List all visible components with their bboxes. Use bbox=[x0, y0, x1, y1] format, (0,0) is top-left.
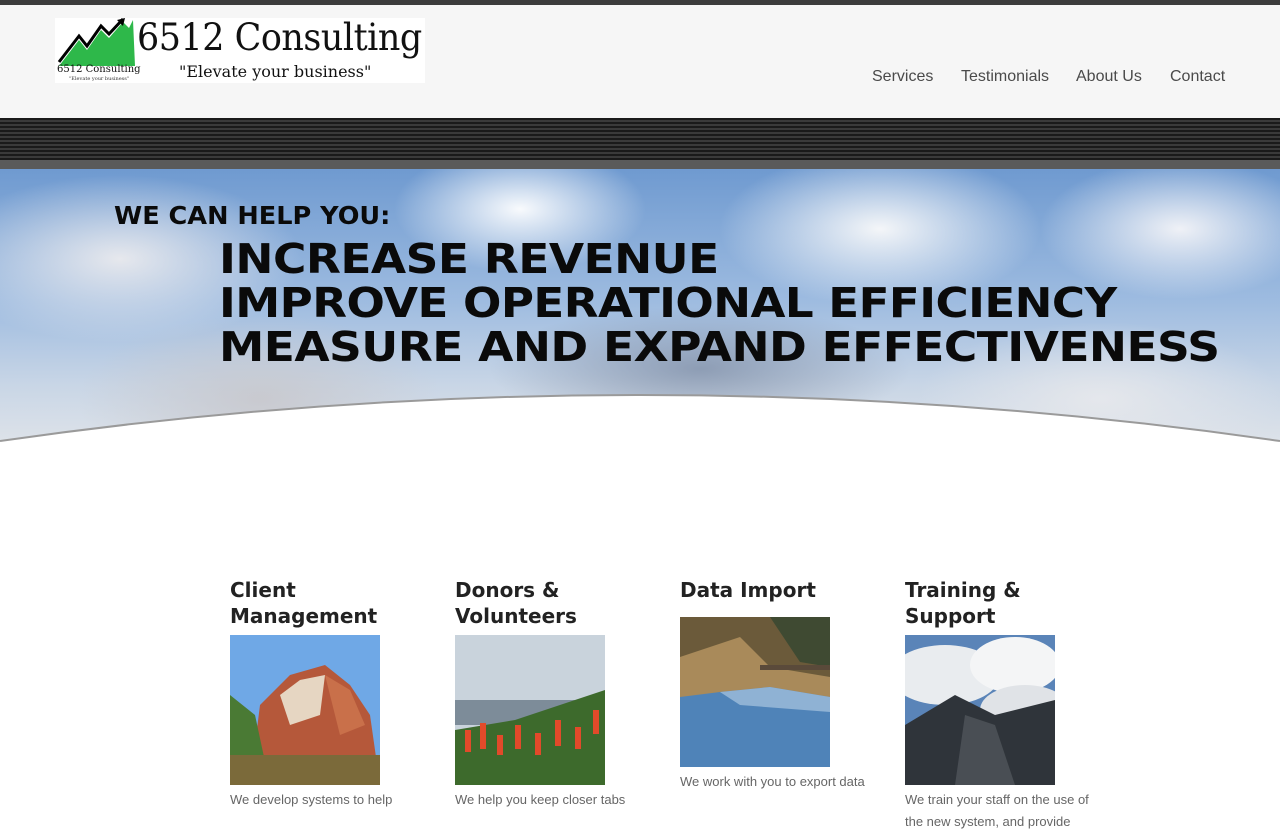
coastal-flowers-photo[interactable] bbox=[455, 635, 605, 785]
services-section: Client Management We develop systems to … bbox=[0, 459, 1280, 829]
service-title[interactable]: Training & Support bbox=[905, 577, 1105, 629]
hero-banner: WE CAN HELP YOU: INCREASE REVENUE IMPROV… bbox=[0, 169, 1280, 459]
service-card-client-management: Client Management We develop systems to … bbox=[230, 577, 430, 811]
service-card-training-support: Training & Support We train your staff o… bbox=[905, 577, 1105, 833]
header-stripe bbox=[0, 118, 1280, 160]
site-logo[interactable]: 6512 Consulting "Elevate your business" … bbox=[55, 18, 425, 83]
service-title[interactable]: Data Import bbox=[680, 577, 880, 603]
nav-contact[interactable]: Contact bbox=[1170, 68, 1225, 86]
logo-tagline: "Elevate your business" bbox=[179, 62, 372, 81]
service-card-donors-volunteers: Donors & Volunteers We help you keep clo… bbox=[455, 577, 655, 811]
lake-bridge-photo[interactable] bbox=[680, 617, 830, 767]
service-title[interactable]: Client Management bbox=[230, 577, 430, 629]
service-description: We work with you to export data bbox=[680, 774, 865, 789]
service-description: We help you keep closer tabs bbox=[455, 792, 626, 807]
logo-brand-name: 6512 Consulting bbox=[137, 18, 422, 59]
hero-line-effectiveness: MEASURE AND EXPAND EFFECTIVENESS bbox=[219, 323, 1220, 371]
nav-testimonials[interactable]: Testimonials bbox=[961, 68, 1049, 86]
hero-lead: WE CAN HELP YOU: bbox=[114, 201, 391, 230]
service-card-data-import: Data Import We work with you to export d… bbox=[680, 577, 880, 793]
service-title[interactable]: Donors & Volunteers bbox=[455, 577, 655, 629]
cloudy-mountain-photo[interactable] bbox=[905, 635, 1055, 785]
mountain-chart-icon bbox=[57, 18, 135, 66]
service-description: We train your staff on the use of the ne… bbox=[905, 792, 1089, 829]
hero-line-revenue: INCREASE REVENUE bbox=[219, 235, 719, 283]
logo-small-tagline: "Elevate your business" bbox=[69, 76, 130, 82]
header-stripe-bottom bbox=[0, 160, 1280, 169]
canyon-cliff-photo[interactable] bbox=[230, 635, 380, 785]
nav-services[interactable]: Services bbox=[872, 68, 933, 86]
service-description: We develop systems to help bbox=[230, 792, 393, 807]
nav-about-us[interactable]: About Us bbox=[1076, 68, 1142, 86]
hero-line-efficiency: IMPROVE OPERATIONAL EFFICIENCY bbox=[219, 279, 1117, 327]
logo-small-name: 6512 Consulting bbox=[57, 64, 141, 75]
